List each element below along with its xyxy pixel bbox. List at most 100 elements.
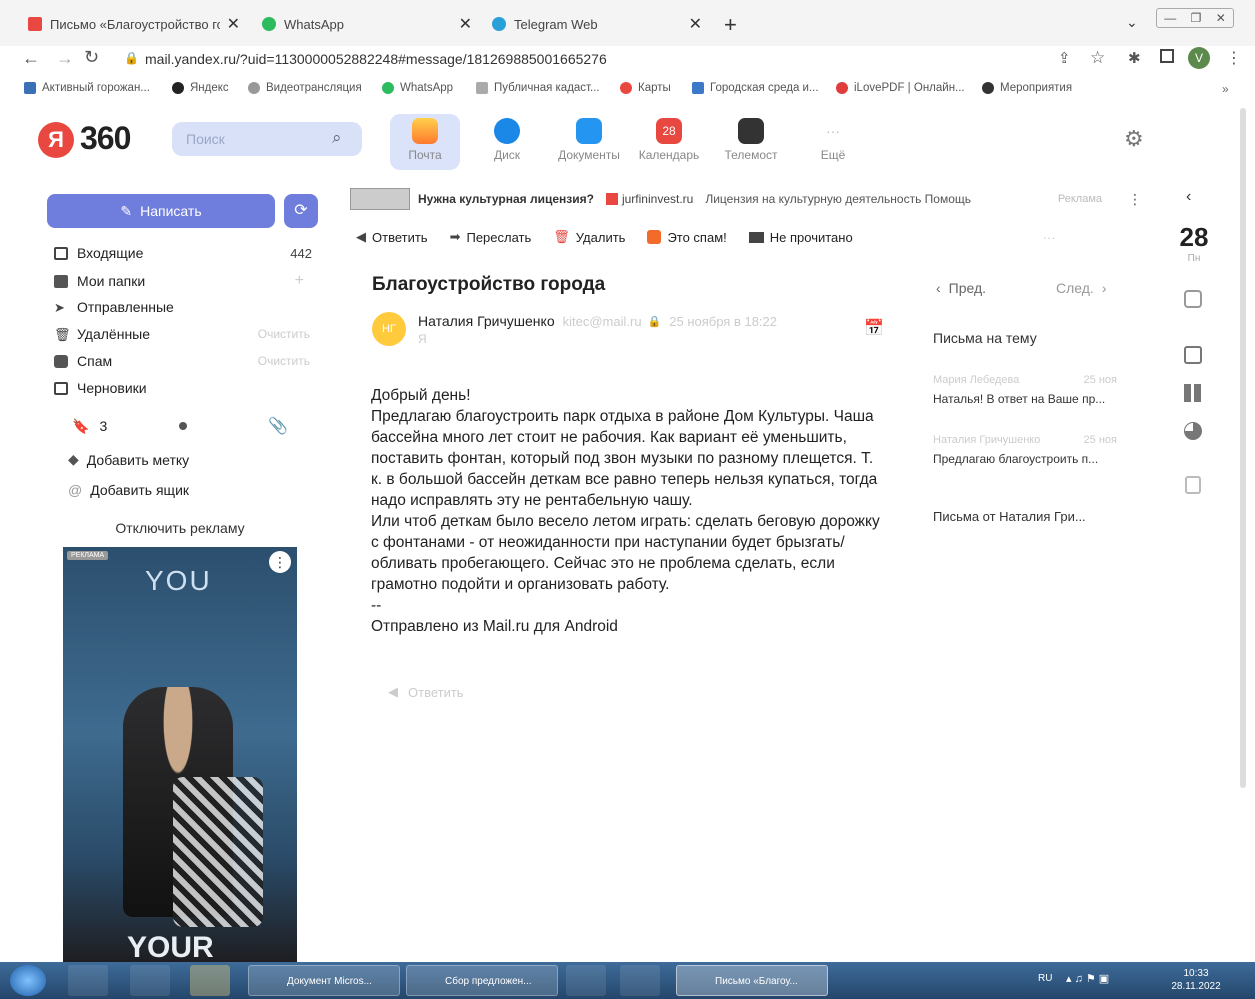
- tool-taskbar-icon[interactable]: [620, 965, 660, 996]
- document-rail-icon[interactable]: [1185, 476, 1201, 494]
- bookmark-star-icon[interactable]: ☆: [1090, 48, 1105, 68]
- folder-drafts[interactable]: Черновики: [54, 380, 147, 396]
- ad-banner[interactable]: РЕКЛАМА ⋮ YOU YOUR: [63, 547, 297, 962]
- close-tab-icon[interactable]: ✕: [227, 14, 240, 34]
- back-icon[interactable]: ←: [22, 48, 40, 69]
- settings-gear-icon[interactable]: ⚙: [1124, 126, 1144, 152]
- search-input[interactable]: Поиск ⌕: [172, 122, 362, 156]
- ad-menu-icon[interactable]: ⋮: [269, 551, 291, 573]
- telemost-rail-icon[interactable]: [1184, 290, 1202, 308]
- delete-button[interactable]: 🗑 Удалить: [553, 229, 625, 245]
- bookmark-item[interactable]: Видеотрансляция: [248, 82, 362, 94]
- url-field[interactable]: mail.yandex.ru/?uid=1130000052882248#mes…: [145, 51, 607, 67]
- service-telemost[interactable]: Телемост: [716, 114, 786, 170]
- notes-rail-icon[interactable]: [1184, 346, 1202, 364]
- close-tab-icon[interactable]: ✕: [689, 14, 702, 34]
- sender-name[interactable]: Наталия Гричушенко: [418, 313, 555, 329]
- profile-avatar[interactable]: V: [1188, 47, 1210, 69]
- bookmarks-overflow-icon[interactable]: »: [1222, 82, 1229, 96]
- spam-button[interactable]: Это спам!: [647, 230, 727, 245]
- extensions-icon[interactable]: ✱: [1128, 49, 1141, 67]
- menu-kebab-icon[interactable]: ⋮: [1226, 48, 1242, 68]
- close-window-icon[interactable]: ✕: [1216, 11, 1226, 25]
- reload-icon[interactable]: ↻: [84, 47, 99, 68]
- service-calendar[interactable]: 28 Календарь: [634, 114, 704, 170]
- tab-whatsapp[interactable]: WhatsApp ✕: [262, 10, 472, 38]
- contacts-pie-icon[interactable]: [1184, 422, 1202, 440]
- add-mailbox-link[interactable]: @ Добавить ящик: [68, 482, 189, 498]
- thread-item[interactable]: Мария Лебедева 25 ноя Наталья! В ответ на…: [933, 374, 1117, 406]
- share-icon[interactable]: ⇪: [1058, 49, 1071, 67]
- top-ad-line[interactable]: Нужна культурная лицензия? jurfininvest.…: [350, 186, 1162, 212]
- folder-my-folders[interactable]: Мои папки +: [54, 272, 304, 290]
- folder-deleted[interactable]: 🗑 Удалённые Очистить: [54, 326, 310, 342]
- thread-item[interactable]: Наталия Гричушенко 25 ноя Предлагаю благо…: [933, 434, 1117, 466]
- yandex-logo-icon[interactable]: Я: [38, 122, 74, 158]
- disable-ads-link[interactable]: Отключить рекламу: [62, 520, 298, 536]
- tab-search-chevron-icon[interactable]: ⌄: [1126, 14, 1138, 31]
- bookmark-item[interactable]: Мероприятия: [982, 82, 1072, 94]
- letters-from-sender-link[interactable]: Письма от Наталия Гри...: [933, 509, 1086, 524]
- sender-email[interactable]: kitec@mail.ru: [563, 314, 642, 329]
- start-button[interactable]: [10, 965, 46, 996]
- tab-mail[interactable]: Письмо «Благоустройство горо ✕: [28, 10, 240, 38]
- tray-icons[interactable]: ▴ ♫ ⚑ ▣: [1066, 972, 1109, 985]
- forward-icon[interactable]: →: [56, 48, 74, 69]
- bookmark-item[interactable]: Публичная кадаст...: [476, 82, 600, 94]
- tab-telegram[interactable]: Telegram Web ✕: [492, 10, 702, 38]
- clear-deleted-link[interactable]: Очистить: [258, 327, 310, 341]
- explorer-taskbar-icon[interactable]: [130, 965, 170, 996]
- folder-sent[interactable]: ➤ Отправленные: [54, 299, 174, 315]
- service-documents[interactable]: Документы: [552, 114, 626, 170]
- recipient[interactable]: Я: [418, 332, 427, 346]
- clock[interactable]: 10:33 28.11.2022: [1166, 967, 1226, 993]
- attachment-clip-icon[interactable]: 📎: [268, 416, 288, 436]
- service-disk[interactable]: Диск: [472, 114, 542, 170]
- toolbar-more-icon[interactable]: ···: [1043, 230, 1056, 245]
- bookmark-item[interactable]: Карты: [620, 82, 671, 94]
- bookmark-item[interactable]: WhatsApp: [382, 82, 453, 94]
- clear-spam-link[interactable]: Очистить: [258, 354, 310, 368]
- maximize-icon[interactable]: ❐: [1191, 11, 1202, 25]
- collapse-panel-chevron-icon[interactable]: ‹: [1186, 188, 1191, 206]
- sidepanel-icon[interactable]: [1160, 49, 1174, 63]
- close-tab-icon[interactable]: ✕: [459, 14, 472, 34]
- taskbar-chrome-window[interactable]: Письмо «Благоу...: [676, 965, 828, 996]
- mark-unread-button[interactable]: Не прочитано: [748, 230, 853, 245]
- compose-button[interactable]: ✎ Написать: [47, 194, 275, 228]
- next-message-link[interactable]: След. ›: [1056, 280, 1107, 296]
- service-mail[interactable]: Почта: [390, 114, 460, 170]
- folder-spam[interactable]: Спам Очистить: [54, 353, 310, 369]
- minimize-icon[interactable]: —: [1164, 11, 1176, 25]
- forward-button[interactable]: ➡ Переслать: [450, 229, 532, 245]
- search-icon[interactable]: ⌕: [332, 128, 342, 148]
- bookmark-item[interactable]: Яндекс: [172, 82, 229, 94]
- reply-button[interactable]: ◀ Ответить: [356, 229, 428, 245]
- media-taskbar-icon[interactable]: [190, 965, 230, 996]
- excel-taskbar-icon[interactable]: [566, 965, 606, 996]
- taskbar-word-doc-2[interactable]: Сбор предложен...: [406, 965, 558, 996]
- sender-avatar[interactable]: НГ: [372, 312, 406, 346]
- bookmark-item[interactable]: Активный горожан...: [24, 82, 150, 94]
- folder-inbox[interactable]: Входящие 442: [54, 245, 312, 261]
- bookmark-item[interactable]: iLovePDF | Онлайн...: [836, 82, 965, 94]
- refresh-button[interactable]: ⟳: [284, 194, 318, 228]
- calendar-widget[interactable]: 28 Пн: [1172, 222, 1216, 264]
- unread-dot-icon[interactable]: [179, 422, 188, 430]
- ie-taskbar-icon[interactable]: [68, 965, 108, 996]
- prev-message-link[interactable]: ‹ Пред.: [936, 280, 986, 296]
- new-tab-button[interactable]: +: [724, 12, 737, 38]
- bottom-reply-button[interactable]: ◀ Ответить: [388, 684, 464, 700]
- bookmark-flag-icon[interactable]: 🔖: [72, 418, 89, 435]
- add-label-link[interactable]: ◆ Добавить метку: [68, 451, 189, 468]
- language-indicator[interactable]: RU: [1038, 973, 1052, 984]
- apps-rail-icon[interactable]: [1184, 384, 1202, 402]
- taskbar-word-doc-1[interactable]: Документ Micros...: [248, 965, 400, 996]
- ad-more-icon[interactable]: ⋮: [1128, 191, 1142, 208]
- service-more[interactable]: ··· Ещё: [798, 114, 868, 170]
- bookmarked-count[interactable]: 3: [99, 418, 107, 434]
- add-calendar-event-icon[interactable]: 📅: [864, 318, 884, 338]
- page-scrollbar[interactable]: [1240, 108, 1246, 788]
- bookmark-item[interactable]: Городская среда и...: [692, 82, 819, 94]
- add-folder-icon[interactable]: +: [295, 272, 304, 290]
